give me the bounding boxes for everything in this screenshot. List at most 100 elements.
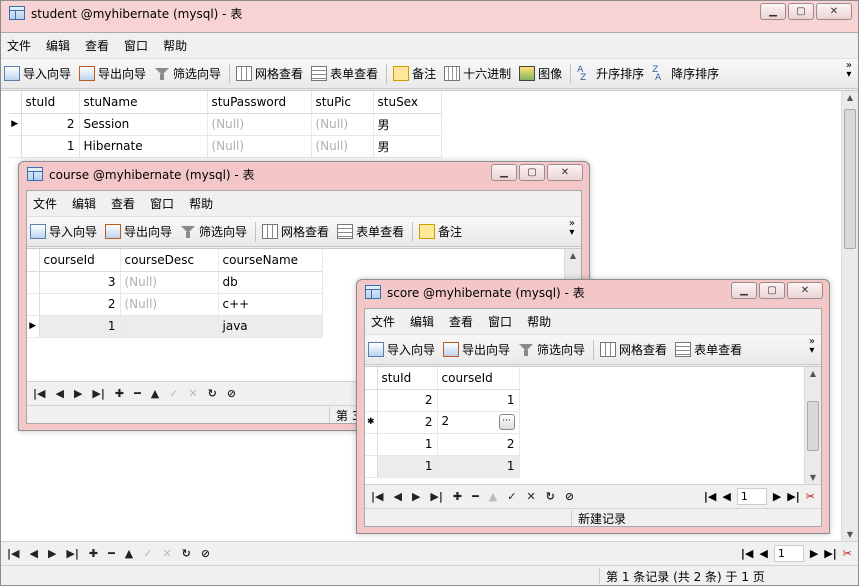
score-titlebar[interactable]: score @myhibernate (mysql) - 表 ▁ ▢ ✕	[357, 280, 829, 304]
filter-wizard-button[interactable]: 筛选向导	[518, 341, 585, 358]
cell[interactable]: 1	[377, 455, 438, 478]
form-view-button[interactable]: 表单查看	[675, 341, 742, 358]
cell[interactable]: (Null)	[207, 113, 312, 136]
cell[interactable]: db	[218, 271, 323, 294]
next-record-icon[interactable]: ▶	[412, 490, 420, 503]
sort-asc-button[interactable]: A Z 升序排序	[577, 65, 644, 83]
menu-help[interactable]: 帮助	[187, 195, 226, 212]
stop-icon[interactable]: ⊘	[565, 490, 574, 503]
edit-up-icon[interactable]: ▲	[489, 490, 497, 503]
last-record-icon[interactable]: ▶|	[92, 387, 104, 400]
cell[interactable]: (Null)	[120, 271, 219, 294]
col-header[interactable]: stuPic	[311, 91, 374, 114]
table-row[interactable]: 2 1	[365, 389, 520, 412]
scroll-up-icon[interactable]: ▲	[842, 93, 858, 102]
sort-desc-button[interactable]: Z A 降序排序	[652, 65, 719, 83]
table-row[interactable]: ▶ 1 java	[27, 315, 323, 338]
scroll-down-icon[interactable]: ▼	[805, 473, 821, 482]
prev-record-icon[interactable]: ◀	[55, 387, 63, 400]
cell[interactable]: 1	[39, 315, 121, 338]
grid-view-button[interactable]: 网格查看	[600, 341, 667, 358]
edit-up-icon[interactable]: ▲	[125, 547, 133, 560]
delete-record-icon[interactable]: ━	[134, 387, 141, 400]
table-row[interactable]: 1 2	[365, 433, 520, 456]
maximize-button[interactable]: ▢	[519, 164, 545, 181]
menu-edit[interactable]: 编辑	[44, 37, 83, 54]
cell[interactable]: (Null)	[120, 293, 219, 316]
cell[interactable]: Hibernate	[79, 135, 208, 158]
grid-view-button[interactable]: 网格查看	[262, 223, 329, 240]
menu-window[interactable]: 窗口	[148, 195, 187, 212]
col-header[interactable]: stuId	[377, 367, 438, 390]
stop-icon[interactable]: ⊘	[227, 387, 236, 400]
first-page-icon[interactable]: |◀	[741, 547, 753, 560]
cell[interactable]	[120, 315, 219, 338]
delete-record-icon[interactable]: ━	[472, 490, 479, 503]
col-header[interactable]: courseId	[437, 367, 520, 390]
menu-help[interactable]: 帮助	[161, 37, 200, 54]
menu-help[interactable]: 帮助	[525, 313, 564, 330]
col-header[interactable]: courseName	[218, 249, 323, 272]
next-record-icon[interactable]: ▶	[74, 387, 82, 400]
filter-wizard-button[interactable]: 筛选向导	[154, 65, 221, 82]
refresh-icon[interactable]: ↻	[546, 490, 555, 503]
last-record-icon[interactable]: ▶|	[430, 490, 442, 503]
cell[interactable]: 2	[377, 389, 438, 412]
col-header[interactable]: stuPassword	[207, 91, 312, 114]
cell[interactable]: 1	[437, 455, 520, 478]
export-wizard-button[interactable]: 导出向导	[79, 65, 146, 82]
toolbar-overflow-icon[interactable]: » ▾	[846, 61, 852, 80]
cell-editing[interactable]: 2 ···	[437, 411, 520, 434]
prev-record-icon[interactable]: ◀	[29, 547, 37, 560]
first-record-icon[interactable]: |◀	[371, 490, 383, 503]
settings-icon[interactable]: ✂	[806, 490, 815, 503]
last-record-icon[interactable]: ▶|	[66, 547, 78, 560]
delete-record-icon[interactable]: ━	[108, 547, 115, 560]
cell[interactable]: 2	[39, 293, 121, 316]
student-titlebar[interactable]: student @myhibernate (mysql) - 表 ▁ ▢ ✕	[1, 1, 858, 25]
last-page-icon[interactable]: ▶|	[824, 547, 836, 560]
filter-wizard-button[interactable]: 筛选向导	[180, 223, 247, 240]
table-row[interactable]: 2 (Null) c++	[27, 293, 323, 316]
hex-button[interactable]: 十六进制	[444, 65, 511, 82]
col-header[interactable]: stuId	[21, 91, 80, 114]
memo-button[interactable]: 备注	[393, 65, 436, 82]
cell[interactable]: Session	[79, 113, 208, 136]
table-row[interactable]: 1 Hibernate (Null) (Null) 男	[9, 135, 442, 158]
menu-view[interactable]: 查看	[109, 195, 148, 212]
maximize-button[interactable]: ▢	[788, 3, 814, 20]
page-number-input[interactable]: 1	[773, 545, 804, 562]
menu-file[interactable]: 文件	[369, 313, 408, 330]
menu-file[interactable]: 文件	[31, 195, 70, 212]
cell[interactable]: (Null)	[207, 135, 312, 158]
cell[interactable]: 2	[437, 433, 520, 456]
form-view-button[interactable]: 表单查看	[311, 65, 378, 82]
minimize-button[interactable]: ▁	[491, 164, 517, 181]
import-wizard-button[interactable]: 导入向导	[368, 341, 435, 358]
edit-up-icon[interactable]: ▲	[151, 387, 159, 400]
menu-window[interactable]: 窗口	[122, 37, 161, 54]
export-wizard-button[interactable]: 导出向导	[443, 341, 510, 358]
menu-view[interactable]: 查看	[447, 313, 486, 330]
page-number-input[interactable]: 1	[736, 488, 767, 505]
cell[interactable]: 2	[377, 411, 438, 434]
apply-icon[interactable]: ✓	[169, 387, 178, 400]
add-record-icon[interactable]: ✚	[115, 387, 124, 400]
scroll-thumb[interactable]	[844, 109, 856, 249]
scroll-up-icon[interactable]: ▲	[805, 369, 821, 378]
first-record-icon[interactable]: |◀	[7, 547, 19, 560]
menu-window[interactable]: 窗口	[486, 313, 525, 330]
col-header[interactable]: stuSex	[373, 91, 442, 114]
cell[interactable]: (Null)	[311, 113, 374, 136]
course-titlebar[interactable]: course @myhibernate (mysql) - 表 ▁ ▢ ✕	[19, 162, 589, 186]
menu-file[interactable]: 文件	[5, 37, 44, 54]
add-record-icon[interactable]: ✚	[453, 490, 462, 503]
next-page-icon[interactable]: ▶	[773, 490, 781, 503]
maximize-button[interactable]: ▢	[759, 282, 785, 299]
settings-icon[interactable]: ✂	[843, 547, 852, 560]
cancel-icon[interactable]: ✕	[188, 387, 197, 400]
import-wizard-button[interactable]: 导入向导	[30, 223, 97, 240]
ellipsis-icon[interactable]: ···	[498, 414, 515, 430]
toolbar-overflow-icon[interactable]: » ▾	[809, 337, 815, 356]
memo-button[interactable]: 备注	[419, 223, 462, 240]
